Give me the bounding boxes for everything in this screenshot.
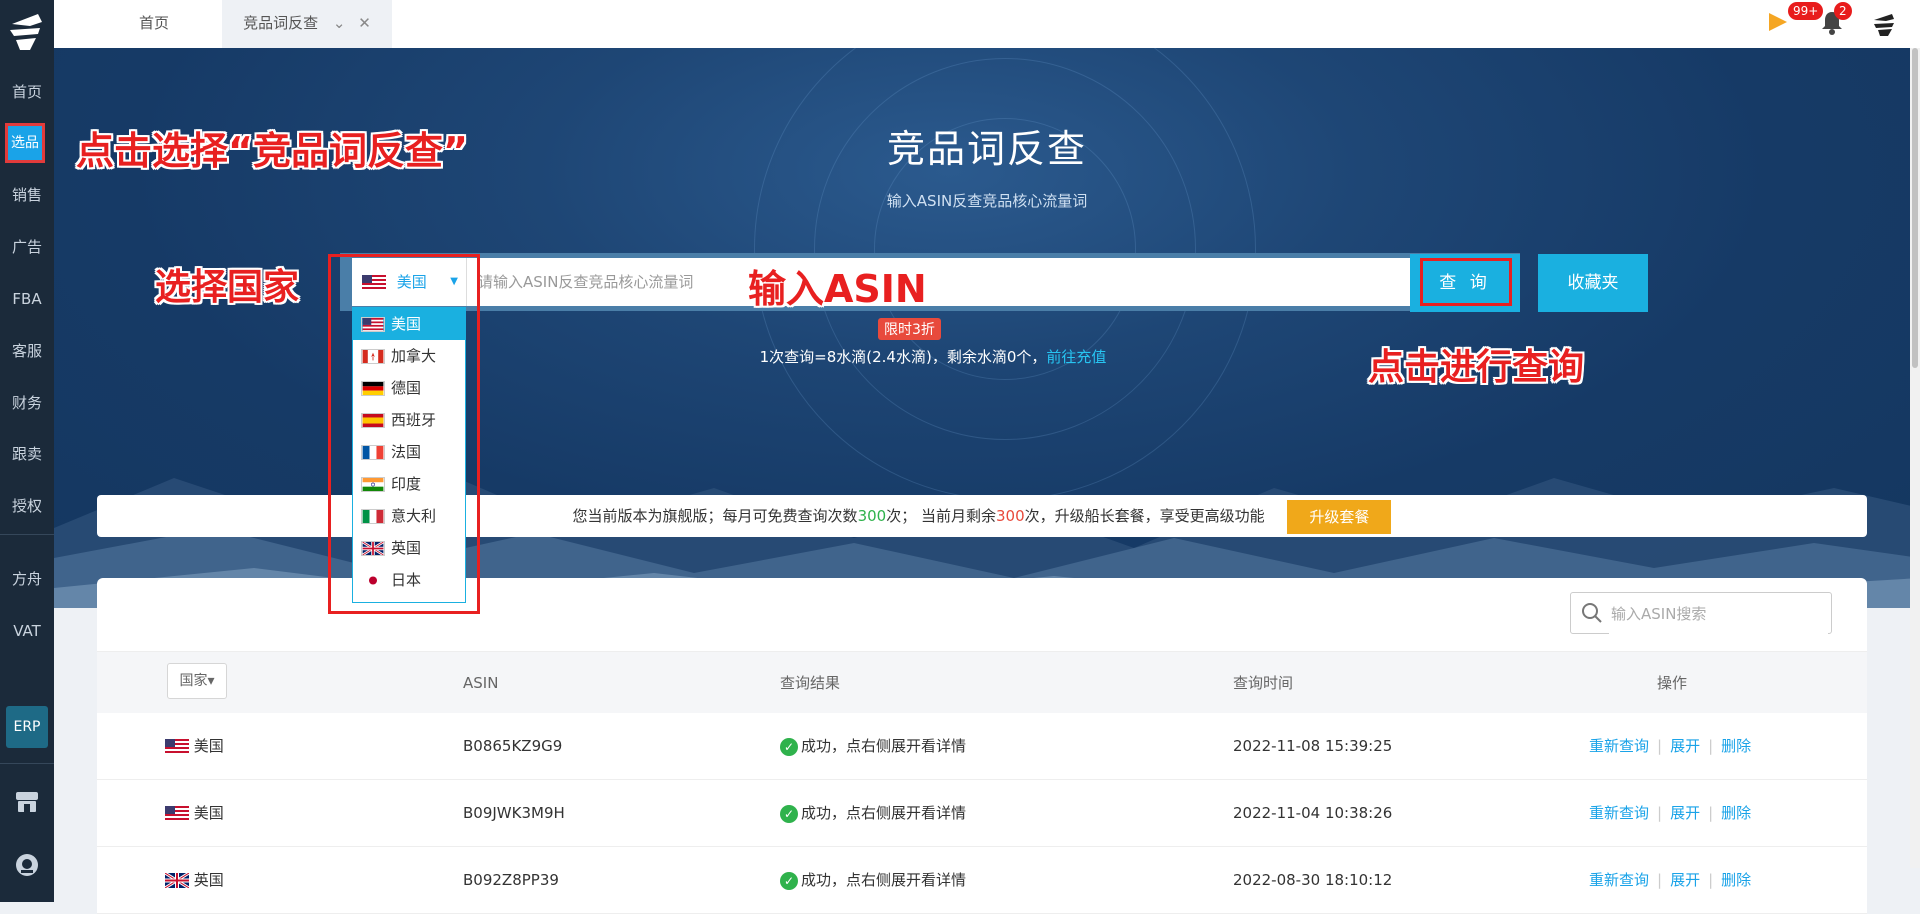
- column-asin: ASIN: [463, 674, 499, 692]
- user-avatar-icon[interactable]: [1870, 10, 1898, 42]
- success-icon: ✓: [780, 804, 798, 823]
- row-time: 2022-08-30 18:10:12: [1233, 871, 1393, 889]
- row-country: 美国: [165, 713, 224, 779]
- tab-competitor-keyword-lookup[interactable]: 竞品词反查 ⌄ ✕: [222, 0, 392, 48]
- credit-info: 1次查询=8水滴(2.4水滴)，剩余水滴0个，前往充值: [759, 348, 1107, 366]
- row-result: ✓ 成功，点右侧展开看详情: [780, 780, 966, 846]
- annotation-click-query: 点击进行查询: [1368, 347, 1585, 388]
- table-row: 英国 B092Z8PP39 ✓ 成功，点右侧展开看详情 2022-08-30 18…: [97, 847, 1867, 914]
- row-actions: 重新查询 | 展开 | 删除: [1589, 871, 1752, 889]
- search-icon: [1582, 603, 1602, 623]
- sidebar-item-ark[interactable]: 方舟: [0, 567, 54, 591]
- sidebar-item-erp[interactable]: ERP: [6, 706, 48, 748]
- row-country: 英国: [164, 847, 224, 913]
- table-header: 国家▾ ASIN 查询结果 查询时间 操作: [97, 651, 1867, 715]
- delete-link[interactable]: 删除: [1721, 804, 1751, 822]
- sidebar-divider-2: [0, 763, 54, 764]
- column-operations: 操作: [1657, 674, 1688, 692]
- row-country: 美国: [165, 780, 224, 846]
- row-actions: 重新查询 | 展开 | 删除: [1589, 737, 1752, 755]
- store-icon[interactable]: [0, 790, 54, 818]
- expand-link[interactable]: 展开: [1670, 804, 1700, 822]
- sidebar-item-finance[interactable]: 财务: [0, 391, 54, 415]
- close-icon[interactable]: ✕: [358, 14, 371, 32]
- row-asin: B0865KZ9G9: [463, 737, 563, 755]
- success-icon: ✓: [780, 871, 798, 890]
- table-row: 美国 B0865KZ9G9 ✓ 成功，点右侧展开看详情 2022-11-08 15…: [97, 713, 1867, 780]
- country-filter[interactable]: 国家▾: [167, 663, 227, 699]
- recharge-link[interactable]: 前往充值: [1046, 348, 1106, 366]
- delete-link[interactable]: 删除: [1721, 737, 1751, 755]
- sidebar-item-fba[interactable]: FBA: [0, 287, 54, 311]
- favorites-button[interactable]: 收藏夹: [1538, 254, 1648, 312]
- history-search-box[interactable]: [1570, 592, 1832, 635]
- support-icon[interactable]: [0, 852, 54, 882]
- chevron-down-icon[interactable]: ⌄: [333, 14, 346, 32]
- logo-icon: [10, 14, 42, 50]
- column-result: 查询结果: [780, 674, 841, 692]
- requery-link[interactable]: 重新查询: [1589, 804, 1649, 822]
- row-time: 2022-11-04 10:38:26: [1233, 804, 1393, 822]
- discount-badge: 限时3折: [878, 318, 941, 340]
- annotation-click-select: 点击选择“竞品词反查”: [76, 129, 468, 173]
- app-logo[interactable]: [0, 0, 54, 64]
- highlight-query-button: [1420, 258, 1512, 306]
- expand-link[interactable]: 展开: [1670, 737, 1700, 755]
- tab-home[interactable]: 首页: [94, 0, 214, 48]
- column-time: 查询时间: [1233, 674, 1294, 692]
- flag-notification-icon[interactable]: [1766, 10, 1790, 38]
- sidebar-item-product-selection[interactable]: 选品: [5, 123, 45, 163]
- page-scroll-thumb[interactable]: [1912, 48, 1918, 368]
- us-flag-icon: [165, 739, 189, 754]
- success-icon: ✓: [780, 737, 798, 756]
- row-time: 2022-11-08 15:39:25: [1233, 737, 1393, 755]
- row-asin: B092Z8PP39: [463, 871, 559, 889]
- sidebar-item-sales[interactable]: 销售: [0, 183, 54, 207]
- expand-link[interactable]: 展开: [1670, 871, 1700, 889]
- sidebar-item-home[interactable]: 首页: [0, 80, 54, 104]
- requery-link[interactable]: 重新查询: [1589, 737, 1649, 755]
- bell-badge: 2: [1834, 2, 1852, 20]
- row-asin: B09JWK3M9H: [463, 804, 565, 822]
- gb-flag-icon: [164, 871, 190, 890]
- requery-link[interactable]: 重新查询: [1589, 871, 1649, 889]
- highlight-country-dropdown: [328, 254, 480, 614]
- row-result: ✓ 成功，点右侧展开看详情: [780, 713, 966, 779]
- annotation-select-country: 选择国家: [155, 267, 300, 308]
- sidebar-item-authorization[interactable]: 授权: [0, 494, 54, 518]
- upgrade-button[interactable]: 升级套餐: [1287, 499, 1392, 534]
- annotation-input-asin: 输入ASIN: [748, 267, 927, 311]
- table-row: 美国 B09JWK3M9H ✓ 成功，点右侧展开看详情 2022-11-04 10…: [97, 780, 1867, 847]
- sidebar-divider: [0, 534, 54, 535]
- history-search-input[interactable]: [1609, 593, 1828, 635]
- us-flag-icon: [165, 806, 189, 821]
- sidebar-item-follow-sell[interactable]: 跟卖: [0, 442, 54, 466]
- delete-link[interactable]: 删除: [1721, 871, 1751, 889]
- row-actions: 重新查询 | 展开 | 删除: [1589, 804, 1752, 822]
- page-subtitle: 输入ASIN反查竞品核心流量词: [886, 192, 1088, 210]
- sidebar-item-ads[interactable]: 广告: [0, 235, 54, 259]
- row-result: ✓ 成功，点右侧展开看详情: [780, 847, 966, 913]
- flag-badge: 99+: [1788, 2, 1824, 20]
- sidebar-item-vat[interactable]: VAT: [0, 619, 54, 643]
